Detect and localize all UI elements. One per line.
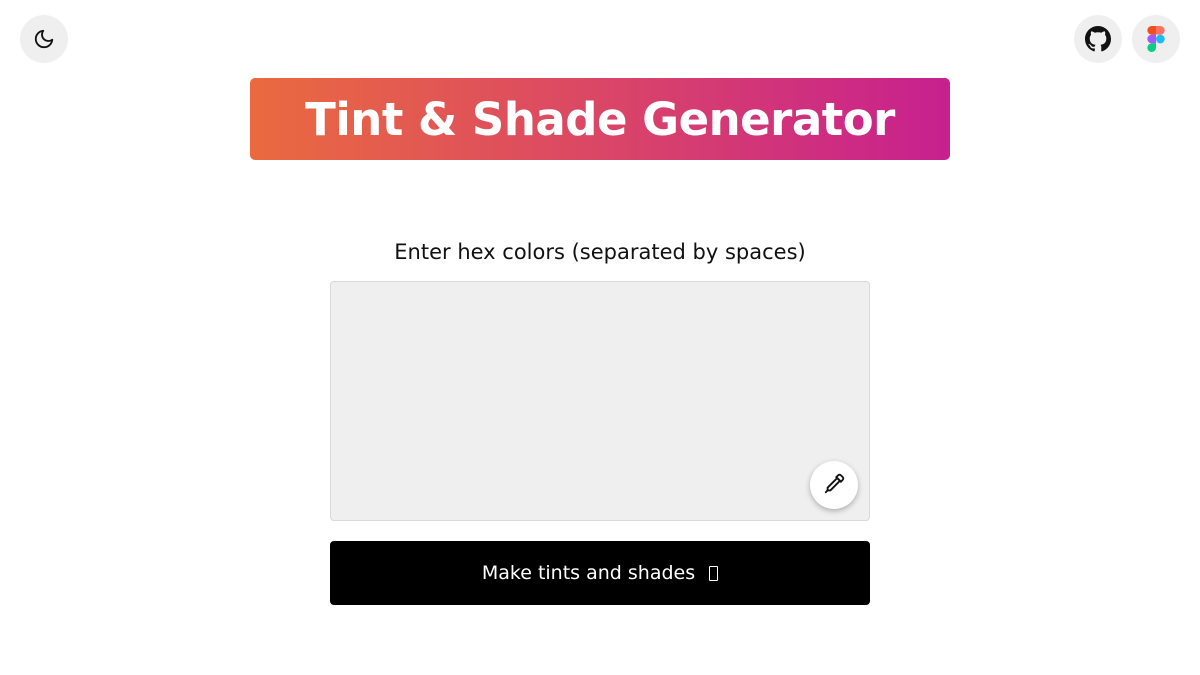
github-icon (1085, 26, 1111, 52)
submit-label: Make tints and shades (481, 562, 696, 584)
figma-link-button[interactable] (1132, 15, 1180, 63)
hex-input-label: Enter hex colors (separated by spaces) (394, 240, 806, 264)
hex-input-wrapper (330, 281, 870, 521)
figma-icon (1147, 26, 1165, 52)
github-link-button[interactable] (1074, 15, 1122, 63)
page: Tint & Shade Generator Enter hex colors … (0, 0, 1200, 675)
moon-icon (33, 28, 55, 50)
page-title: Tint & Shade Generator (305, 92, 895, 146)
eyedropper-icon (823, 473, 845, 498)
make-tints-shades-button[interactable]: Make tints and shades (330, 541, 870, 605)
color-picker-button[interactable] (810, 461, 858, 509)
missing-glyph-icon (709, 566, 719, 581)
hex-colors-textarea[interactable] (330, 281, 870, 521)
theme-toggle-button[interactable] (20, 15, 68, 63)
title-banner: Tint & Shade Generator (250, 78, 950, 160)
